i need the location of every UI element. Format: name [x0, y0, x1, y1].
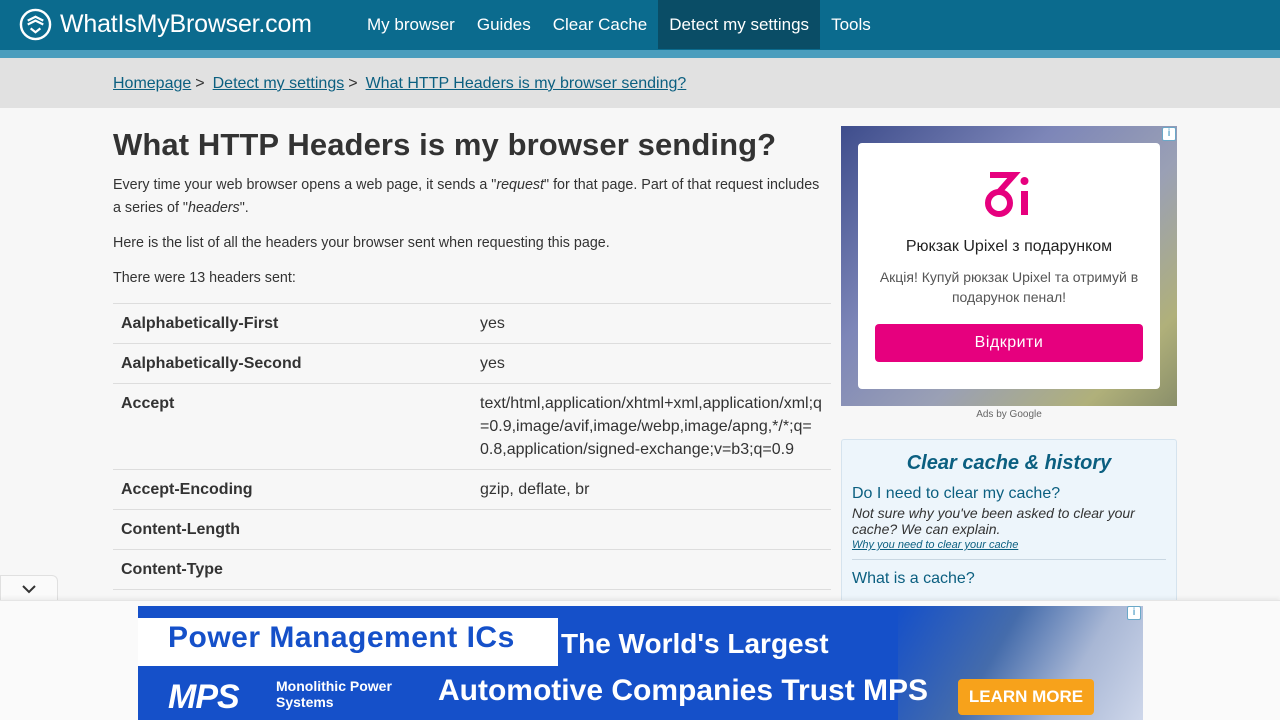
- ads-by-google: Ads by Google: [976, 409, 1042, 420]
- header-value: [472, 509, 831, 550]
- nav-detect-my-settings[interactable]: Detect my settings: [658, 0, 821, 49]
- sidebar-question-link[interactable]: What is a cache?: [852, 570, 1166, 588]
- intro-paragraph: Every time your web browser opens a web …: [113, 174, 831, 220]
- table-row: Accept text/html,application/xhtml+xml,ap…: [113, 383, 831, 470]
- list-item: What is a cache?: [852, 560, 1166, 596]
- header-value: yes: [472, 343, 831, 384]
- nav-my-browser[interactable]: My browser: [356, 0, 466, 49]
- nav-guides[interactable]: Guides: [466, 0, 542, 49]
- main-nav: My browser Guides Clear Cache Detect my …: [356, 0, 882, 49]
- header-value: gzip, deflate, br: [472, 469, 831, 510]
- sidebar-question-link[interactable]: Do I need to clear my cache?: [852, 485, 1166, 503]
- banner-headline: Power Management ICs: [168, 621, 515, 654]
- ad-title: Рюкзак Upixel з подарунком: [905, 238, 1113, 255]
- header-name: Accept: [113, 383, 472, 470]
- intro-emphasis-request: request: [496, 177, 545, 193]
- list-item: Do I need to clear my cache? Not sure wh…: [852, 475, 1166, 560]
- intro-emphasis-headers: headers: [188, 200, 240, 216]
- header-value: text/html,application/xhtml+xml,applicat…: [472, 383, 831, 470]
- ad-description: Акція! Купуй рюкзак Upixel та отримуй в …: [879, 269, 1139, 305]
- breadcrumb-homepage[interactable]: Homepage: [113, 75, 191, 93]
- site-header: WhatIsMyBrowser.com My browser Guides Cl…: [0, 0, 1280, 50]
- list-paragraph: Here is the list of all the headers your…: [113, 235, 610, 251]
- page-title: What HTTP Headers is my browser sending?: [113, 127, 777, 162]
- breadcrumb: Homepage > Detect my settings > What HTT…: [113, 75, 686, 93]
- table-row: Accept-Encoding gzip, deflate, br: [113, 469, 831, 510]
- info-icon[interactable]: i: [1162, 127, 1176, 141]
- intro-text: Every time your web browser opens a web …: [113, 177, 497, 193]
- table-row: Aalphabetically-Second yes: [113, 343, 831, 384]
- breadcrumb-detect-settings[interactable]: Detect my settings: [213, 75, 345, 93]
- breadcrumb-bar: Homepage > Detect my settings > What HTT…: [0, 58, 1280, 108]
- ad-open-button[interactable]: Відкрити: [875, 324, 1143, 362]
- learn-more-button[interactable]: LEARN MORE: [958, 679, 1094, 715]
- upixel-logo-icon: [985, 172, 1029, 217]
- header-name: Content-Type: [113, 549, 472, 590]
- main-content: What HTTP Headers is my browser sending?…: [113, 108, 831, 590]
- clear-cache-box: Clear cache & history Do I need to clear…: [841, 439, 1177, 609]
- banner-tagline: The World's Largest: [561, 628, 829, 659]
- header-count: There were 13 headers sent:: [113, 270, 296, 286]
- header-stripe: [0, 50, 1280, 58]
- header-name: Content-Length: [113, 509, 472, 550]
- logo-icon: [19, 8, 52, 41]
- header-name: Accept-Encoding: [113, 469, 472, 510]
- table-row: Content-Length: [113, 509, 831, 550]
- banner-claim: Automotive Companies Trust MPS: [438, 674, 929, 707]
- banner-brand-sub: Monolithic Power Systems: [276, 678, 392, 710]
- sidebar-answer: Not sure why you've been asked to clear …: [852, 505, 1135, 537]
- headers-table: Aalphabetically-First yes Aalphabetically-…: [113, 303, 831, 590]
- nav-clear-cache[interactable]: Clear Cache: [542, 0, 659, 49]
- ad-card[interactable]: Рюкзак Upixel з подарунком Акція! Купуй …: [858, 143, 1160, 389]
- table-row: Aalphabetically-First yes: [113, 303, 831, 344]
- site-name: WhatIsMyBrowser.com: [60, 10, 312, 38]
- breadcrumb-separator: >: [195, 75, 205, 92]
- info-icon[interactable]: i: [1127, 606, 1141, 620]
- header-name: Aalphabetically-Second: [113, 343, 472, 384]
- sidebar-read-more-link[interactable]: Why you need to clear your cache: [852, 539, 1166, 551]
- bottom-banner-ad[interactable]: Power Management ICs The World's Largest…: [138, 606, 1143, 720]
- banner-brand: MPS: [168, 678, 240, 716]
- breadcrumb-separator: >: [348, 75, 358, 92]
- site-logo[interactable]: WhatIsMyBrowser.com: [19, 8, 312, 41]
- intro-text: ".: [239, 200, 249, 216]
- table-row: Content-Type: [113, 549, 831, 590]
- header-name: Aalphabetically-First: [113, 303, 472, 344]
- sidebar-ad[interactable]: Рюкзак Upixel з подарунком Акція! Купуй …: [841, 126, 1177, 406]
- chevron-down-icon: [22, 584, 36, 593]
- clear-cache-title: Clear cache & history: [906, 452, 1112, 474]
- header-value: [472, 549, 831, 590]
- nav-tools[interactable]: Tools: [820, 0, 882, 49]
- breadcrumb-current-page[interactable]: What HTTP Headers is my browser sending?: [366, 75, 687, 93]
- anchor-collapse-button[interactable]: [0, 575, 58, 601]
- header-value: yes: [472, 303, 831, 344]
